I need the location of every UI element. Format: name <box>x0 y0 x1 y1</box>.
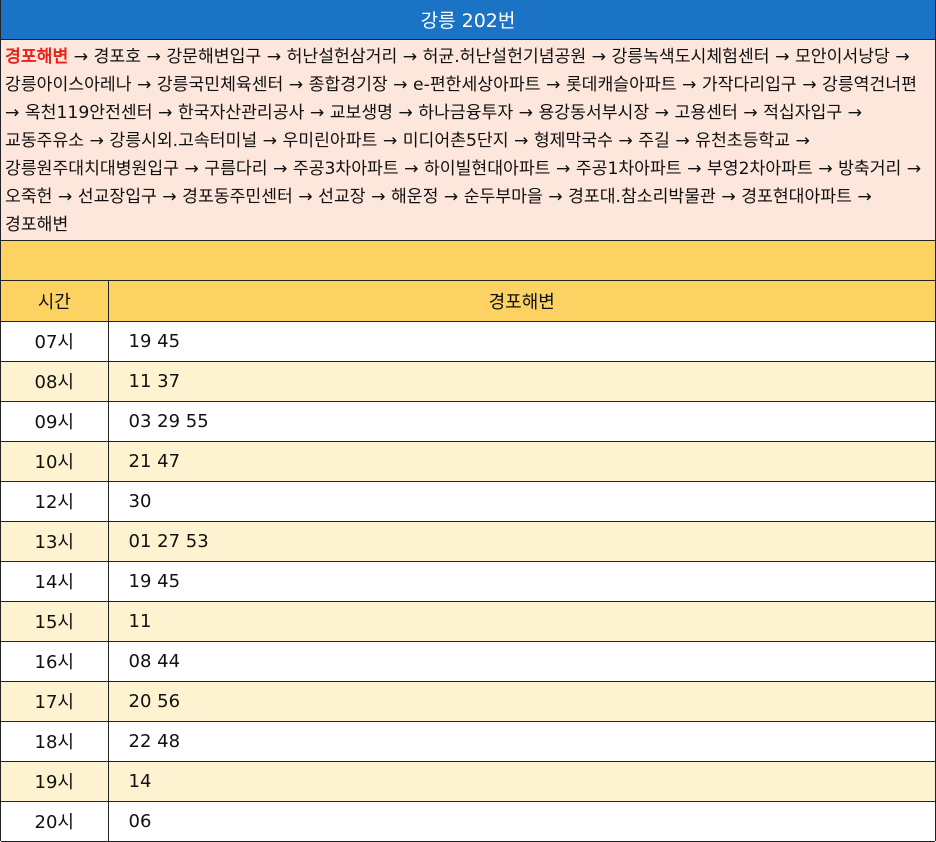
minutes-cell: 01 27 53 <box>107 520 935 562</box>
table-row: 17시 20 56 <box>1 680 935 722</box>
minutes-cell: 20 56 <box>107 680 935 722</box>
header-spacer-band <box>1 241 935 281</box>
timetable-page: 강릉 202번 경포해변 → 경포호 → 강문해변입구 → 허난설헌삼거리 → … <box>0 0 936 842</box>
table-row: 10시 21 47 <box>1 440 935 482</box>
timetable-body: 07시 19 45 08시 11 37 09시 03 29 55 10시 21 47 12시 30… <box>1 320 935 842</box>
table-row: 13시 01 27 53 <box>1 520 935 562</box>
minutes-cell: 22 48 <box>107 720 935 762</box>
minutes-cell: 03 29 55 <box>107 400 935 442</box>
hour-cell: 13시 <box>1 520 109 562</box>
minutes-cell: 30 <box>107 480 935 522</box>
hour-cell: 20시 <box>1 800 109 842</box>
minutes-cell: 08 44 <box>107 640 935 682</box>
minutes-cell: 19 45 <box>107 320 935 362</box>
minutes-cell: 19 45 <box>107 560 935 602</box>
hour-cell: 10시 <box>1 440 109 482</box>
column-header-stop: 경포해변 <box>107 281 935 322</box>
table-row: 19시 14 <box>1 760 935 802</box>
hour-cell: 12시 <box>1 480 109 522</box>
minutes-cell: 14 <box>107 760 935 802</box>
table-row: 15시 11 <box>1 600 935 642</box>
table-row: 09시 03 29 55 <box>1 400 935 442</box>
table-row: 14시 19 45 <box>1 560 935 602</box>
hour-cell: 14시 <box>1 560 109 602</box>
minutes-cell: 21 47 <box>107 440 935 482</box>
hour-cell: 18시 <box>1 720 109 762</box>
table-header-row: 시간 경포해변 <box>1 281 935 322</box>
column-header-time: 시간 <box>1 281 109 322</box>
minutes-cell: 06 <box>107 800 935 842</box>
table-row: 18시 22 48 <box>1 720 935 762</box>
table-row: 20시 06 <box>1 800 935 842</box>
hour-cell: 15시 <box>1 600 109 642</box>
hour-cell: 17시 <box>1 680 109 722</box>
table-row: 07시 19 45 <box>1 320 935 362</box>
page-title: 강릉 202번 <box>1 0 935 40</box>
minutes-cell: 11 37 <box>107 360 935 402</box>
table-row: 12시 30 <box>1 480 935 522</box>
hour-cell: 07시 <box>1 320 109 362</box>
table-row: 16시 08 44 <box>1 640 935 682</box>
route-description: 경포해변 → 경포호 → 강문해변입구 → 허난설헌삼거리 → 허균.허난설헌기… <box>1 40 935 241</box>
route-stops: → 경포호 → 강문해변입구 → 허난설헌삼거리 → 허균.허난설헌기념공원 →… <box>5 47 922 235</box>
timetable: 시간 경포해변 07시 19 45 08시 11 37 09시 03 29 55 10시 21… <box>1 281 935 842</box>
hour-cell: 19시 <box>1 760 109 802</box>
hour-cell: 08시 <box>1 360 109 402</box>
table-row: 08시 11 37 <box>1 360 935 402</box>
minutes-cell: 11 <box>107 600 935 642</box>
hour-cell: 16시 <box>1 640 109 682</box>
hour-cell: 09시 <box>1 400 109 442</box>
route-start-stop: 경포해변 <box>5 47 69 67</box>
